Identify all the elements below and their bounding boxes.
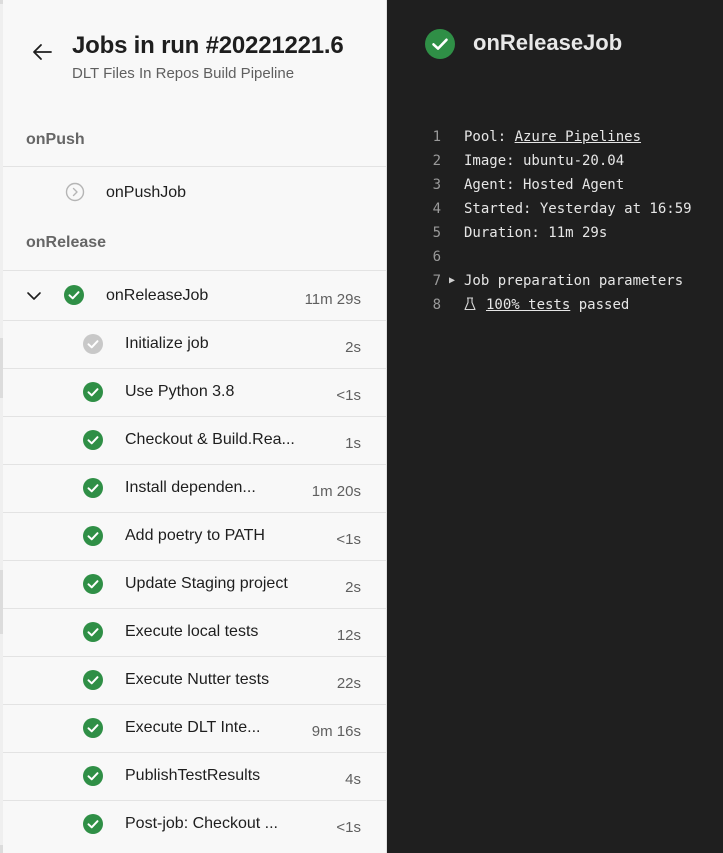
arrow-left-icon [33,44,52,60]
step-row[interactable]: Initialize job 2s [3,320,386,368]
job-row-onpushjob[interactable]: onPushJob [3,166,386,218]
step-duration: 4s [345,771,361,788]
line-number: 5 [432,225,441,241]
step-row[interactable]: Execute DLT Inte... 9m 16s [3,704,386,752]
check-circle-icon [83,670,103,690]
stage-header-onpush: onPush [26,131,85,148]
step-row[interactable]: PublishTestResults 4s [3,752,386,800]
step-label: Execute local tests [125,623,259,640]
skip-circle-icon [65,182,85,202]
neutral-check-icon [83,334,103,354]
check-circle-icon [83,766,103,786]
step-duration: 1s [345,435,361,452]
line-number: 4 [432,201,441,217]
check-circle-icon [83,718,103,738]
log-text: Pool: [464,129,515,145]
log-line: 2 Image: ubuntu-20.04 [387,151,723,175]
step-row[interactable]: Execute Nutter tests 22s [3,656,386,704]
step-row[interactable]: Execute local tests 12s [3,608,386,656]
check-circle-icon [83,382,103,402]
step-label: Post-job: Checkout ... [125,815,278,832]
flask-icon [464,297,476,311]
step-row[interactable]: Add poetry to PATH <1s [3,512,386,560]
step-duration: 2s [345,339,361,356]
log-line-expandable[interactable]: 7 ▶ Job preparation parameters [387,271,723,295]
log-line: 4 Started: Yesterday at 16:59 [387,199,723,223]
line-number: 7 [432,273,441,289]
step-label: Execute Nutter tests [125,671,270,688]
log-text: Duration: 11m 29s [464,225,608,241]
job-duration: 11m 29s [304,291,361,308]
stage-header-onrelease: onRelease [26,234,107,251]
log-line: 6 [387,247,723,271]
step-duration: 1m 20s [311,483,361,500]
step-duration: 12s [336,627,361,644]
log-text: Agent: Hosted Agent [464,177,625,193]
step-row[interactable]: Checkout & Build.Rea... 1s [3,416,386,464]
tests-link[interactable]: 100% tests [486,297,570,313]
check-circle-icon [425,29,455,59]
check-circle-icon [83,430,103,450]
step-label: Execute DLT Inte... [125,719,261,736]
log-text: Image: ubuntu-20.04 [464,153,625,169]
step-label: Update Staging project [125,575,288,592]
jobs-panel: Jobs in run #20221221.6 DLT Files In Rep… [0,0,387,853]
line-number: 8 [432,297,441,313]
log-line: 3 Agent: Hosted Agent [387,175,723,199]
line-number: 6 [432,249,441,265]
job-detail-title: onReleaseJob [473,30,623,55]
job-row-onreleasejob[interactable]: onReleaseJob 11m 29s [3,270,386,320]
step-label: Install dependen... [125,479,256,496]
job-label: onPushJob [106,184,187,201]
log-line: 8 100% tests passed [387,295,723,319]
step-duration: <1s [336,531,361,548]
pool-link[interactable]: Azure Pipelines [515,129,641,145]
step-row[interactable]: Post-job: Checkout ... <1s [3,800,386,848]
log-line: 5 Duration: 11m 29s [387,223,723,247]
jobs-header: Jobs in run #20221221.6 DLT Files In Rep… [0,0,386,112]
pipeline-name: DLT Files In Repos Build Pipeline [72,65,295,82]
check-circle-icon [83,574,103,594]
check-circle-icon [83,478,103,498]
step-label: Initialize job [125,335,209,352]
back-button[interactable] [28,38,56,66]
step-label: Use Python 3.8 [125,383,235,400]
check-circle-icon [83,526,103,546]
log-text: Started: Yesterday at 16:59 [464,201,692,217]
step-duration: 2s [345,579,361,596]
step-duration: <1s [336,387,361,404]
chevron-down-icon[interactable] [25,287,43,305]
log-line: 1 Pool: Azure Pipelines [387,127,723,151]
step-label: Checkout & Build.Rea... [125,431,295,448]
step-duration: 9m 16s [311,723,361,740]
check-circle-icon [83,814,103,834]
step-duration: 22s [336,675,361,692]
log-text: Job preparation parameters [464,273,684,289]
step-duration: <1s [336,819,361,836]
check-circle-icon [83,622,103,642]
step-row[interactable]: Update Staging project 2s [3,560,386,608]
step-label: PublishTestResults [125,767,261,784]
line-number: 3 [432,177,441,193]
step-label: Add poetry to PATH [125,527,265,544]
step-row[interactable]: Install dependen... 1m 20s [3,464,386,512]
line-number: 1 [432,129,441,145]
step-row[interactable]: Use Python 3.8 <1s [3,368,386,416]
run-title: Jobs in run #20221221.6 [72,32,344,59]
log-text: passed [570,297,630,313]
job-label: onReleaseJob [106,287,209,304]
job-detail-panel: onReleaseJob 1 Pool: Azure Pipelines 2 I… [387,0,723,853]
triangle-right-icon[interactable]: ▶ [449,275,455,286]
line-number: 2 [432,153,441,169]
check-circle-icon [64,285,84,305]
